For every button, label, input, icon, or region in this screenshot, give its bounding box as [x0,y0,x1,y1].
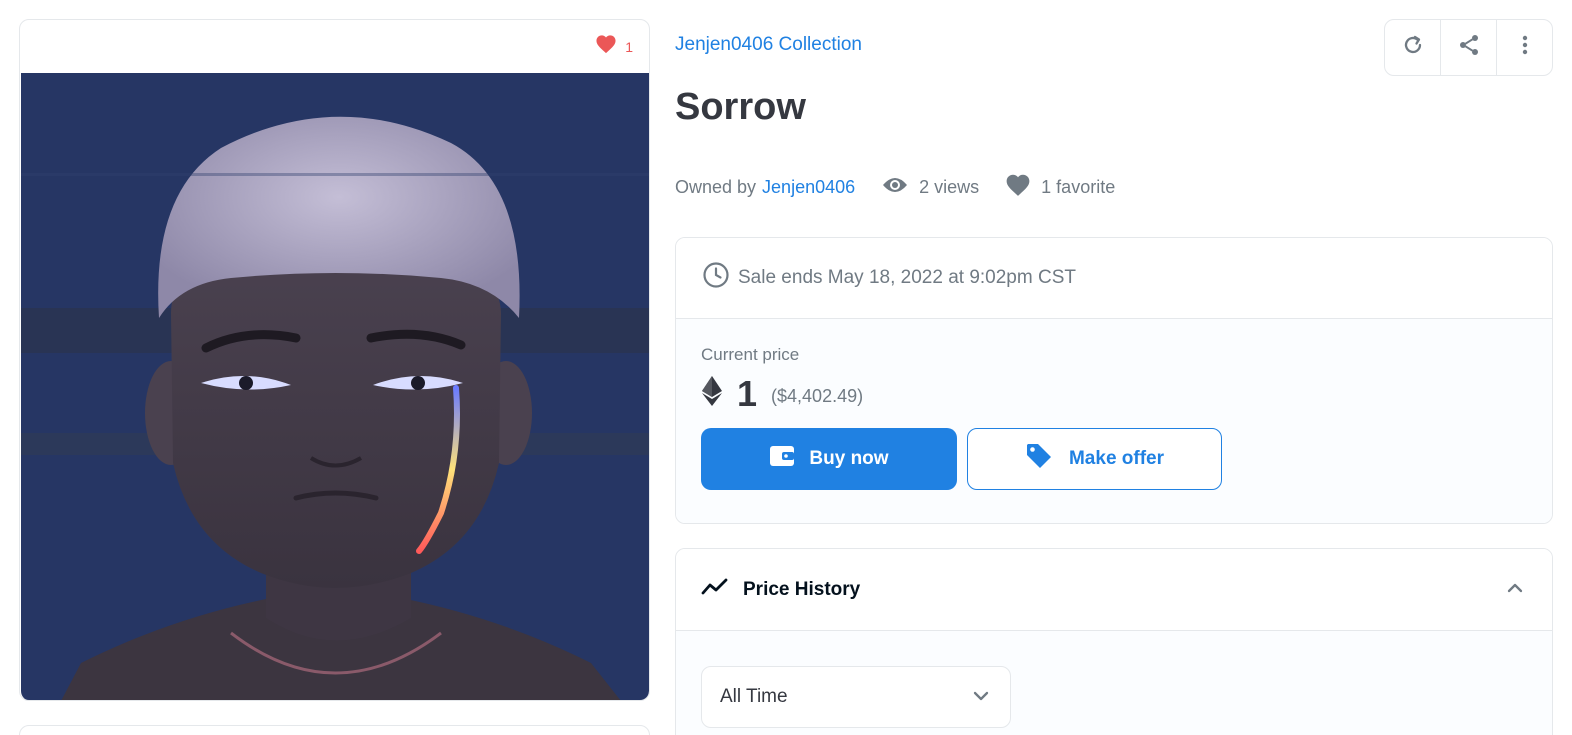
sale-buttons: Buy now Make offer [701,428,1527,490]
ethereum-icon [701,375,723,412]
sale-body: Current price 1 ($4,402.49) Buy now Make… [676,319,1552,523]
chevron-up-icon[interactable] [1506,581,1524,599]
collection-link[interactable]: Jenjen0406 Collection [675,34,862,56]
heart-outline-icon [1005,173,1031,202]
asset-title: Sorrow [675,86,806,128]
asset-details-card [19,725,650,735]
favorite-count: 1 [625,38,633,55]
favorite-heart-icon[interactable] [595,34,617,59]
time-range-value: All Time [720,686,788,707]
more-vertical-icon [1513,33,1537,62]
share-button[interactable] [1441,20,1497,75]
refresh-icon [1401,33,1425,62]
owner-link[interactable]: Jenjen0406 [762,177,855,198]
chevron-down-icon [972,686,990,708]
tag-icon [1025,442,1053,476]
price-history-header[interactable]: Price History [676,549,1552,631]
price-history-body: All Time [676,631,1552,735]
views-count: 2 views [919,176,980,197]
share-icon [1457,33,1481,62]
make-offer-label: Make offer [1068,448,1165,469]
wallet-icon [769,444,795,474]
price-row: 1 ($4,402.49) [701,375,1527,412]
asset-image[interactable] [21,73,649,700]
time-range-select[interactable]: All Time [701,666,1011,728]
price-eth: 1 [737,372,758,414]
buy-now-button[interactable]: Buy now [701,428,957,490]
sale-ends-text: Sale ends May 18, 2022 at 9:02pm CST [738,267,1076,288]
refresh-button[interactable] [1385,20,1441,75]
sale-card: Sale ends May 18, 2022 at 9:02pm CST Cur… [675,237,1553,524]
asset-action-group [1384,19,1553,76]
favorites-stat[interactable]: 1 favorite [1005,173,1115,202]
more-options-button[interactable] [1497,20,1552,75]
asset-media-card: 1 [19,19,650,701]
current-price-label: Current price [701,345,800,364]
price-usd: ($4,402.49) [771,386,864,406]
clock-icon [702,261,730,295]
sale-header: Sale ends May 18, 2022 at 9:02pm CST [676,238,1552,319]
price-history-title: Price History [743,578,861,600]
make-offer-button[interactable]: Make offer [967,428,1222,490]
views-stat: 2 views [881,175,979,200]
asset-meta-row: Owned by Jenjen0406 2 views 1 favorite [675,174,1115,200]
trend-line-icon [701,577,729,602]
price-history-card: Price History All Time [675,548,1553,735]
buy-now-label: Buy now [809,448,889,469]
favorites-count: 1 favorite [1041,176,1116,197]
media-header: 1 [20,20,649,73]
eye-icon [881,175,909,200]
owned-by-label: Owned by [675,176,757,197]
